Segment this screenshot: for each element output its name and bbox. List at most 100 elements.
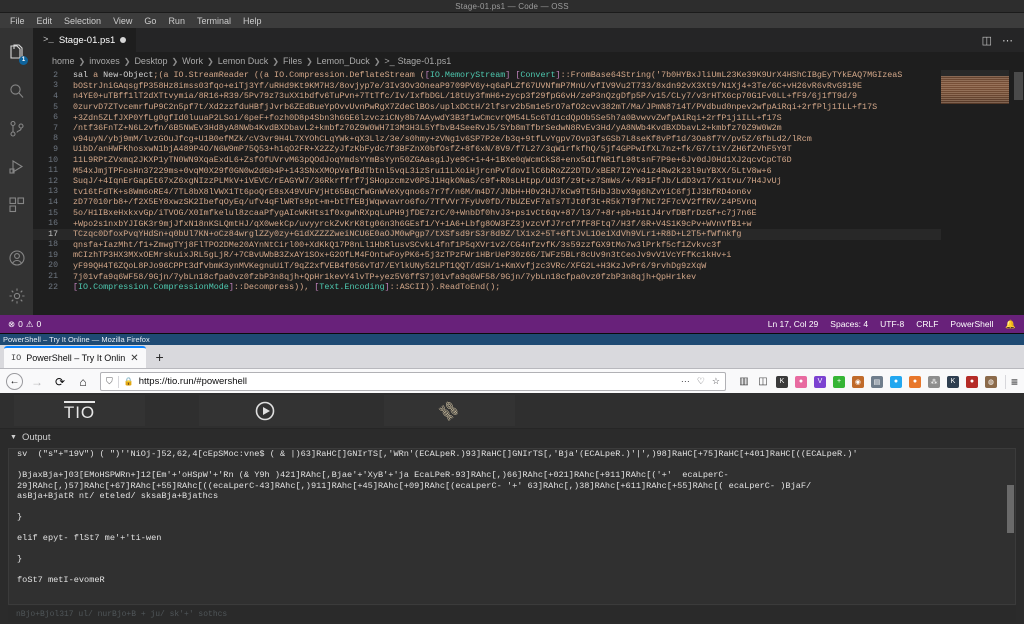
menu-selection[interactable]: Selection [58, 14, 107, 28]
status-encoding[interactable]: UTF-8 [880, 319, 904, 329]
breadcrumb-item-invoxes[interactable]: invoxes [89, 56, 120, 66]
scrollbar-thumb[interactable] [1014, 72, 1023, 100]
output-line: foSt7 metI-evomeR [17, 575, 105, 585]
sidebar-icon[interactable]: ◫ [757, 376, 769, 388]
code-line[interactable]: 13 tv16tFdTK+s8Wm6oRE4/7TL8bX8lVWX1Tt6poQ… [33, 187, 1024, 198]
breadcrumb-item-lemon-duck[interactable]: Lemon Duck [218, 56, 269, 66]
code-line[interactable]: 9 UibD/anHWFKhosxwN1bjA489P4O/N6W9mP75Q53… [33, 144, 1024, 155]
code-line[interactable]: 3 bOStrJniGAqsgfP358Hz8imss03fqo+eiTj3Yf/… [33, 81, 1024, 92]
editor-vertical-scrollbar[interactable] [1013, 70, 1024, 315]
code-line[interactable]: 10 11L9RPtZVxmq2JKXP1yTN0WN9XqaExdL6+ZsfO… [33, 155, 1024, 166]
more-actions-icon[interactable]: ⋯ [1002, 34, 1013, 47]
code-line[interactable]: 15 5o/H1IBxeHxkxvGp/iTVOG/X0Imfkelul8zcaa… [33, 208, 1024, 219]
menu-file[interactable]: File [4, 14, 31, 28]
settings-gear-icon[interactable] [0, 277, 33, 315]
menu-run[interactable]: Run [162, 14, 191, 28]
tio-link-button[interactable]: ⛓ [384, 395, 515, 426]
code-line[interactable]: 17 TCzqc0DfoxPvqYHdSn+q0bUl7KN+oCz84wrglZ… [33, 228, 1024, 240]
violentmonkey-icon[interactable]: V [813, 375, 826, 388]
minimap[interactable] [941, 70, 1013, 315]
status-problems[interactable]: ⊗ 0 ⚠ 0 [8, 319, 41, 330]
output-section-label[interactable]: ▼ Output [0, 429, 1024, 446]
breadcrumb-item-lemon-duck-2[interactable]: Lemon_Duck [317, 56, 370, 66]
status-language-mode[interactable]: PowerShell [950, 319, 993, 329]
cookie-quick-manager-icon[interactable]: ● [794, 375, 807, 388]
code-lines-container[interactable]: 2 sal a New-Object;(a IO.StreamReader ((a… [33, 70, 1024, 315]
new-tab-button[interactable]: + [146, 346, 174, 368]
firefox-menu-button[interactable]: ≡ [1004, 374, 1018, 389]
lock-icon[interactable]: 🔒 [124, 377, 134, 386]
close-tab-icon[interactable]: ✕ [130, 353, 138, 364]
status-cursor-position[interactable]: Ln 17, Col 29 [768, 319, 819, 329]
code-line[interactable]: 5 0zurvD7ZTvcemrfuP9C2n5pf7t/Xd2zzfduHBfj… [33, 102, 1024, 113]
code-line[interactable]: 14 zD77010rb8+/f2X5EY8xwzSK2IbefqOyEq/ufv… [33, 197, 1024, 208]
reader-icon[interactable]: ▤ [870, 375, 883, 388]
url-bar[interactable]: ⛉ 🔒 https://tio.run/#powershell ⋯ ♡ ☆ [100, 372, 726, 391]
status-indentation[interactable]: Spaces: 4 [830, 319, 868, 329]
code-line[interactable]: 22 [IO.Compression.CompressionMode]::Deco… [33, 282, 1024, 293]
extensions-icon[interactable] [0, 186, 33, 224]
page-actions-icon[interactable]: ⋯ [681, 376, 690, 387]
code-line[interactable]: 20 yF99QH4T6ZQoL8PJo96CPPt3dfvbmK3ynMVKeg… [33, 261, 1024, 272]
code-editor[interactable]: 2 sal a New-Object;(a IO.StreamReader ((a… [33, 70, 1024, 315]
greenshot-icon[interactable]: + [832, 375, 845, 388]
breadcrumb-item-files[interactable]: Files [283, 56, 302, 66]
code-line[interactable]: 16 +Wpo2s1nxbYJIGK3r9mjJfxN18nKSLQmtHJ/qX… [33, 218, 1024, 229]
run-debug-icon[interactable] [0, 148, 33, 186]
output-lines-container: sv ("s"+"19V") ( ")''NiOj-]52,62,4[cEpSM… [9, 449, 1015, 586]
code-line[interactable]: 21 7j01vfa9q6WF58/9Gjn/7ybLn18cfpa0vz0fzb… [33, 271, 1024, 282]
bookmark-star-icon[interactable]: ☆ [712, 376, 720, 387]
forward-button[interactable]: → [28, 373, 46, 391]
code-line[interactable]: 2 sal a New-Object;(a IO.StreamReader ((a… [33, 70, 1024, 81]
tio-logo-button[interactable]: TIO [14, 395, 145, 426]
code-line[interactable]: 7/ntf36FnTZ+N6L2vfn/6B5NWEv3Hd8yA8NWb4Kv… [33, 123, 1024, 134]
breadcrumb-item-desktop[interactable]: Desktop [134, 56, 167, 66]
back-button[interactable]: ← [6, 373, 23, 390]
collapse-caret-icon[interactable]: ▼ [10, 434, 17, 441]
browser-tab-tio[interactable]: IO PowerShell – Try It Onlin ✕ [4, 346, 146, 368]
tracking-protection-shield-icon[interactable]: ⛉ [106, 376, 113, 387]
notifications-bell-icon[interactable]: 🔔 [1005, 319, 1016, 330]
monkey-icon[interactable]: ◍ [984, 375, 997, 388]
breadcrumb-item-home[interactable]: home [52, 56, 75, 66]
accounts-icon[interactable] [0, 239, 33, 277]
menu-view[interactable]: View [107, 14, 138, 28]
code-line[interactable]: 19 mCIzhTP3HX3MXxOEMrskuixJRL5gLjR/+7CBvU… [33, 250, 1024, 261]
code-line[interactable]: 12 SuqJ/+4IqnErGapEt67xZ6xgNIzzPLMkV+iVEV… [33, 176, 1024, 187]
menu-go[interactable]: Go [138, 14, 162, 28]
blue-dot-icon[interactable]: ● [889, 375, 902, 388]
urlbar-right-icons: ⋯ ♡ ☆ [681, 376, 720, 387]
split-editor-icon[interactable]: ◫ [982, 34, 992, 47]
menu-edit[interactable]: Edit [31, 14, 59, 28]
code-line[interactable]: 8 v94uyN/ybj9mM/lvzGOuJfcg+U1B0efMZk/cV3v… [33, 134, 1024, 145]
output-scrollbar-thumb[interactable] [1007, 485, 1014, 533]
pocket-icon[interactable]: ♡ [697, 376, 705, 387]
breadcrumb-item-file[interactable]: >_ Stage-01.ps1 [384, 56, 451, 66]
source-control-icon[interactable] [0, 110, 33, 148]
kee-icon[interactable]: K [775, 375, 788, 388]
vscode-menu-bar[interactable]: File Edit Selection View Go Run Terminal… [0, 13, 1024, 28]
ublock-icon[interactable]: ● [965, 375, 978, 388]
reload-button[interactable]: ⟳ [51, 373, 69, 391]
code-line[interactable]: 4 n4YE0+uTBff1lT2dXTtvymia/8R16+R39/5Pv79… [33, 91, 1024, 102]
kaspersky-icon[interactable]: K [946, 375, 959, 388]
network-icon[interactable]: ⁂ [927, 375, 940, 388]
breadcrumb-item-work[interactable]: Work [182, 56, 203, 66]
menu-terminal[interactable]: Terminal [191, 14, 237, 28]
status-eol[interactable]: CRLF [916, 319, 938, 329]
code-line[interactable]: 11 M54xJmjTPFosHn37229ms+0vqM0X29f0GN0w2d… [33, 165, 1024, 176]
tab-stage-01-ps1[interactable]: >_ Stage-01.ps1 [33, 28, 138, 52]
menu-help[interactable]: Help [237, 14, 268, 28]
url-text[interactable]: https://tio.run/#powershell [139, 376, 247, 387]
explorer-icon[interactable]: 1 [0, 34, 33, 72]
tio-run-button[interactable] [199, 395, 330, 426]
library-icon[interactable]: ▥ [738, 376, 750, 388]
breadcrumb-sep-icon: ❯ [123, 56, 131, 66]
code-line[interactable]: 6 +3Zdn5ZLfJXP0YfLg0gfId0luuaP2LSoi/6peF+… [33, 112, 1024, 123]
code-line[interactable]: 18 qnsfa+IazMht/f1+ZmwgTYj8FlTPO2DMe20AYn… [33, 240, 1024, 251]
home-button[interactable]: ⌂ [74, 373, 92, 391]
orange-dot-icon[interactable]: ● [908, 375, 921, 388]
palette-icon[interactable]: ◉ [851, 375, 864, 388]
output-console[interactable]: sv ("s"+"19V") ( ")''NiOj-]52,62,4[cEpSM… [8, 448, 1016, 605]
search-icon[interactable] [0, 72, 33, 110]
